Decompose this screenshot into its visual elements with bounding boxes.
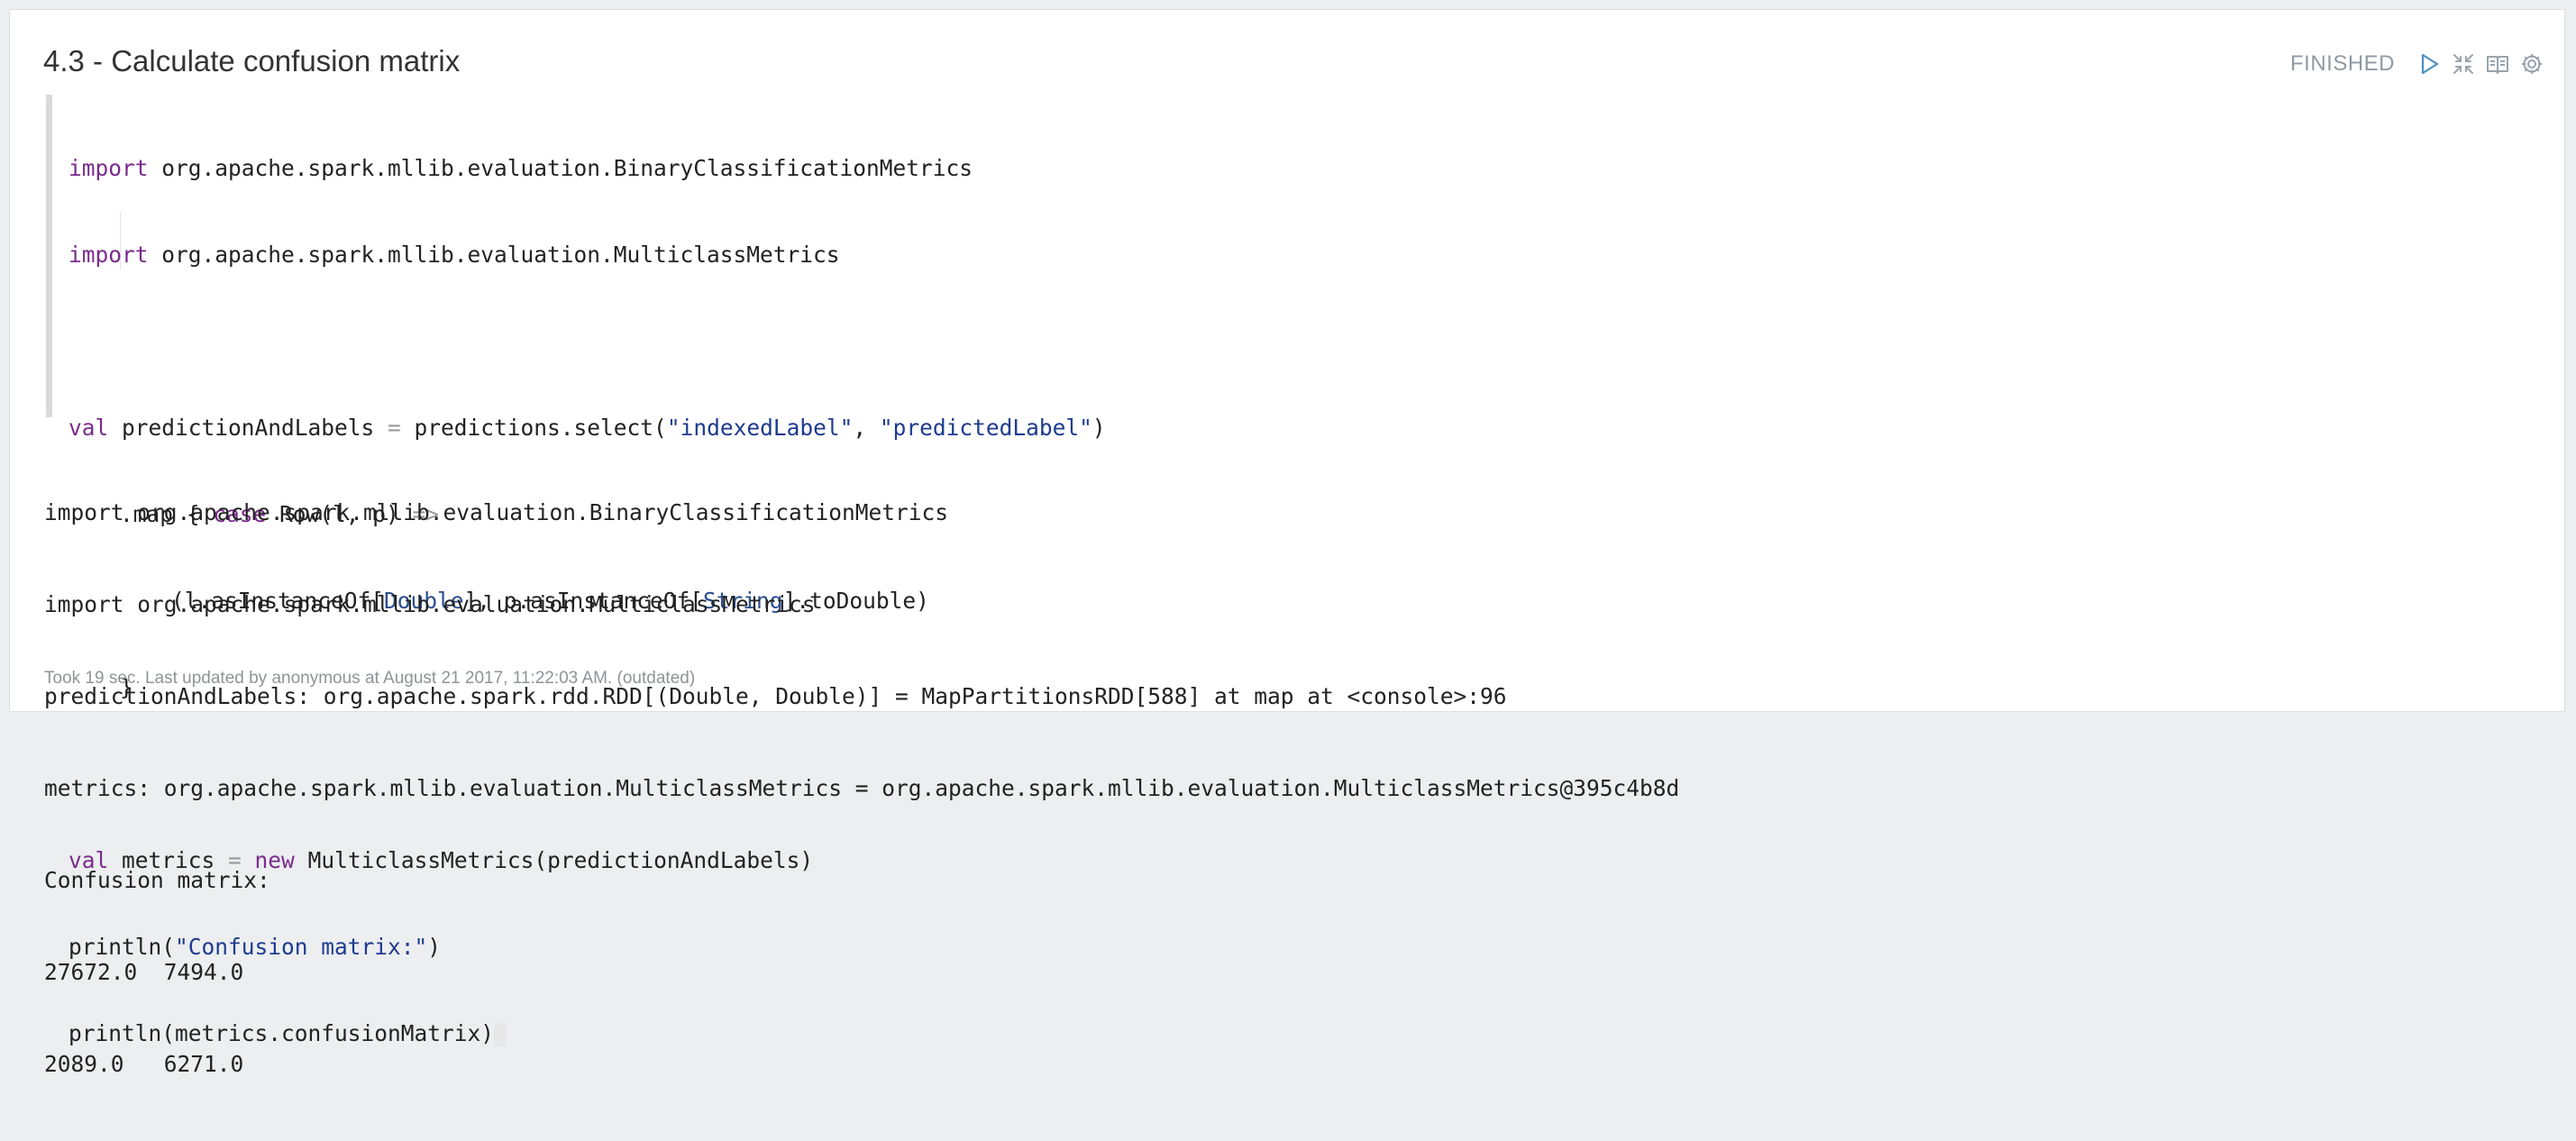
output-line: 27672.0 7494.0 xyxy=(44,959,244,985)
paragraph-controls: FINISHED xyxy=(2290,50,2544,78)
code-editor[interactable]: import org.apache.spark.mllib.evaluation… xyxy=(46,95,2534,1046)
paragraph-title[interactable]: 4.3 - Calculate confusion matrix xyxy=(43,42,460,80)
collapse-icon[interactable] xyxy=(2451,51,2476,77)
paragraph-output: import org.apache.spark.mllib.evaluation… xyxy=(44,436,1679,1141)
run-icon[interactable] xyxy=(2416,51,2442,77)
code-line: import org.apache.spark.mllib.evaluation… xyxy=(69,242,840,268)
settings-icon[interactable] xyxy=(2519,51,2544,77)
paragraph-footer: Took 19 sec. Last updated by anonymous a… xyxy=(44,669,696,688)
output-line: metrics: org.apache.spark.mllib.evaluati… xyxy=(44,775,1680,801)
notebook-paragraph: 4.3 - Calculate confusion matrix FINISHE… xyxy=(9,9,2565,1077)
output-line: 2089.0 6271.0 xyxy=(44,1051,244,1077)
code-line: import org.apache.spark.mllib.evaluation… xyxy=(69,155,973,181)
output-line: import org.apache.spark.mllib.evaluation… xyxy=(44,591,816,617)
book-icon[interactable] xyxy=(2485,51,2510,77)
output-line: Confusion matrix: xyxy=(44,867,270,893)
output-line: import org.apache.spark.mllib.evaluation… xyxy=(44,499,949,525)
status-label: FINISHED xyxy=(2289,51,2395,76)
